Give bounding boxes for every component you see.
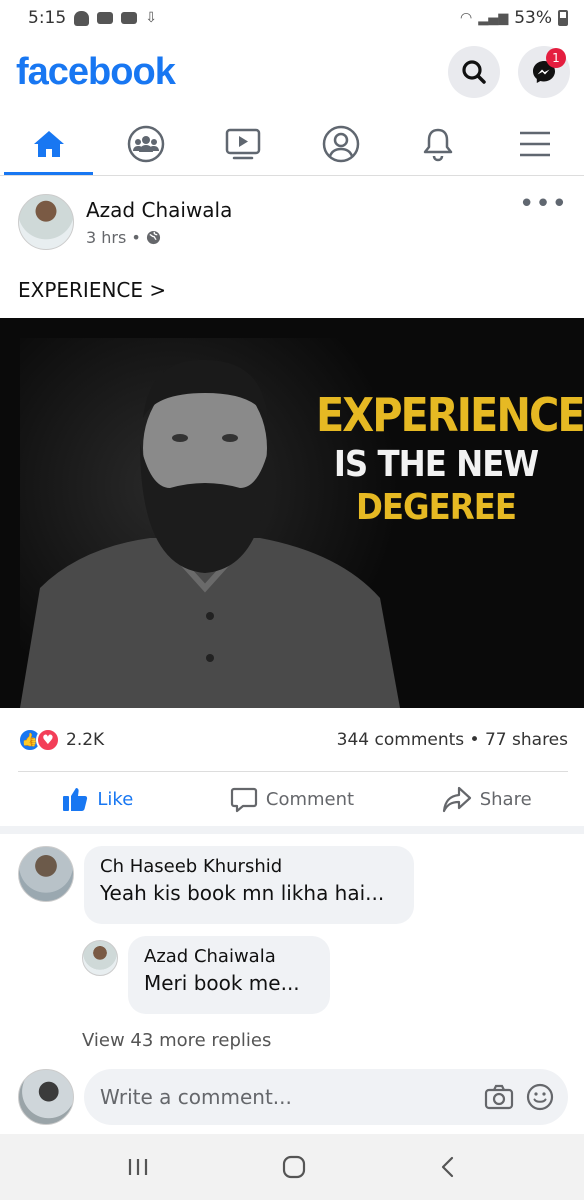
share-button[interactable]: Share [389,772,584,826]
like-button[interactable]: Like [0,772,195,826]
recent-apps-icon[interactable] [125,1156,151,1178]
status-bar: 5:15 ⇩ ◠ ▂▄▆ 53% [0,0,584,36]
notification-badge: 1 [546,48,566,68]
battery-text: 53% [514,8,552,28]
facebook-logo[interactable]: facebook [16,51,176,94]
tab-notifications[interactable] [389,112,486,175]
tab-groups[interactable] [97,112,194,175]
reply-bubble[interactable]: Azad Chaiwala Meri book me... [128,936,330,1014]
comment-bubble[interactable]: Ch Haseeb Khurshid Yeah kis book mn likh… [84,846,414,924]
menu-icon [520,131,551,156]
commenter-avatar[interactable] [18,846,74,902]
share-label: Share [479,788,532,810]
home-button-icon[interactable] [281,1154,307,1180]
comment-input[interactable]: Write a comment... [84,1069,568,1125]
battery-icon [558,10,568,26]
post-actions: Like Comment Share [0,772,584,834]
tab-home[interactable] [0,112,97,175]
signal-icon: ▂▄▆ [478,10,509,26]
emoji-icon[interactable] [526,1083,554,1111]
image-headline: EXPERIENCE IS THE NEW DEGEREE [316,388,584,530]
reply-author[interactable]: Azad Chaiwala [144,946,314,967]
tab-menu[interactable] [487,112,584,175]
headline-line-3: DEGEREE [356,487,517,529]
youtube-icon [121,12,138,24]
camera-icon[interactable] [484,1084,514,1110]
back-icon[interactable] [437,1154,459,1180]
comment-label: Comment [265,788,355,810]
comment-text: Yeah kis book mn likha hai... [100,881,385,905]
comment-item: Ch Haseeb Khurshid Yeah kis book mn likh… [18,846,414,924]
post-text: EXPERIENCE > [18,278,167,302]
comments-shares-count[interactable]: 344 comments • 77 shares [337,730,568,750]
headline-line-1: EXPERIENCE [316,388,584,442]
video-icon [226,128,261,159]
search-button[interactable] [448,46,500,98]
post-header: Azad Chaiwala 3 hrs • ••• [18,191,568,254]
groups-icon [127,125,165,162]
comment-input-placeholder: Write a comment... [100,1085,292,1109]
post-author[interactable]: Azad Chaiwala [86,198,232,222]
tab-profile[interactable] [292,112,389,175]
headline-line-2: IS THE NEW [333,444,539,486]
post-image[interactable]: EXPERIENCE IS THE NEW DEGEREE [0,318,584,708]
youtube-icon [97,12,114,24]
comment-author[interactable]: Ch Haseeb Khurshid [100,856,398,877]
comment-icon [230,787,258,813]
thumbs-up-icon [63,788,88,811]
snapchat-icon [74,10,90,26]
wifi-icon: ◠ [459,10,473,26]
like-label: Like [97,788,134,810]
share-icon [442,786,471,813]
status-time: 5:15 [28,8,67,28]
reaction-count[interactable]: 2.2K [66,730,104,750]
reactions-bar: 👍 ♥ 2.2K 344 comments • 77 shares [18,726,568,754]
home-icon [33,130,64,157]
download-icon: ⇩ [145,10,157,26]
love-reaction-icon[interactable]: ♥ [36,728,60,752]
post-time[interactable]: 3 hrs [86,228,126,247]
write-comment-row: Write a comment... [18,1068,568,1126]
nav-tabs [0,112,584,176]
post-options-button[interactable]: ••• [519,191,568,254]
search-icon [462,60,486,84]
view-more-replies-link[interactable]: View 43 more replies [82,1030,271,1051]
reply-text: Meri book me... [144,971,300,995]
app-header: facebook 1 [0,36,584,108]
system-nav-bar [0,1134,584,1200]
profile-icon [322,125,359,162]
tab-watch[interactable] [195,112,292,175]
author-avatar[interactable] [18,194,74,250]
current-user-avatar[interactable] [18,1069,74,1125]
reply-item: Azad Chaiwala Meri book me... [82,936,330,1014]
comment-button[interactable]: Comment [195,772,390,826]
globe-icon [146,230,160,245]
bell-icon [423,128,453,161]
messenger-button[interactable]: 1 [518,46,570,98]
reply-author-avatar[interactable] [82,940,118,976]
